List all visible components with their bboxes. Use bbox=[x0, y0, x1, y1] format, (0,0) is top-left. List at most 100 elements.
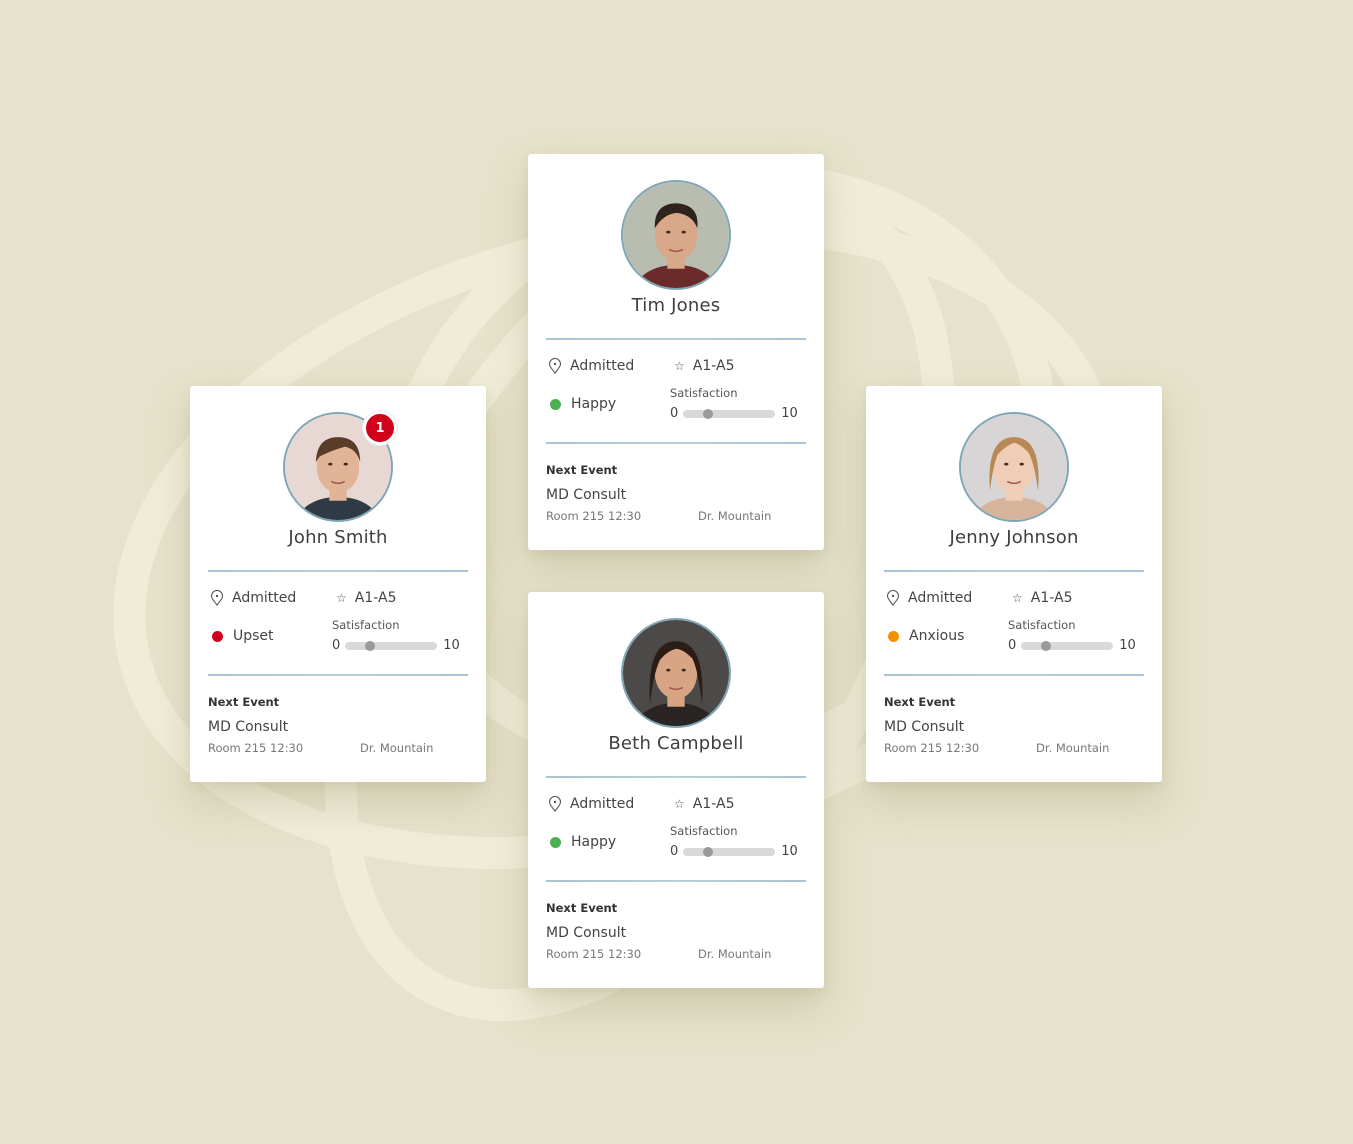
mood-status-dot bbox=[888, 630, 899, 642]
divider bbox=[546, 776, 806, 778]
mood-indicator: Upset bbox=[212, 628, 274, 644]
divider bbox=[884, 570, 1144, 572]
star-icon: ☆ bbox=[336, 591, 347, 605]
location-pin-icon bbox=[210, 590, 224, 606]
room-assignment: ☆ A1-A5 bbox=[674, 796, 734, 812]
event-title[interactable]: MD Consult bbox=[546, 487, 626, 503]
mood-status-dot bbox=[212, 630, 223, 642]
divider bbox=[884, 674, 1144, 676]
status-label: Admitted bbox=[232, 590, 297, 606]
room-label: A1-A5 bbox=[354, 590, 397, 606]
next-event-heading: Next Event bbox=[208, 695, 280, 709]
admission-status: Admitted bbox=[886, 590, 972, 606]
location-pin-icon bbox=[548, 358, 562, 374]
slider-min-label: 0 bbox=[670, 406, 679, 421]
divider bbox=[546, 338, 806, 340]
satisfaction-label: Satisfaction bbox=[670, 386, 738, 400]
room-label: A1-A5 bbox=[692, 796, 735, 812]
patient-card[interactable]: Tim Jones Admitted ☆ A1-A5 Happy Satisfa… bbox=[528, 154, 824, 550]
slider-max-label: 10 bbox=[1119, 638, 1136, 653]
event-room-time: Room 215 12:30 bbox=[884, 741, 980, 755]
satisfaction-slider[interactable]: 0 10 bbox=[1008, 638, 1136, 653]
slider-thumb[interactable] bbox=[702, 408, 713, 419]
slider-max-label: 10 bbox=[443, 638, 460, 653]
avatar-container: 1 bbox=[283, 411, 397, 522]
patient-photo-icon bbox=[623, 620, 729, 726]
mood-label: Anxious bbox=[909, 628, 965, 644]
patient-card[interactable]: Beth Campbell Admitted ☆ A1-A5 Happy Sat… bbox=[528, 592, 824, 988]
avatar-container bbox=[959, 412, 1069, 522]
patient-card[interactable]: Jenny Johnson Admitted ☆ A1-A5 Anxious S… bbox=[866, 386, 1162, 782]
avatar[interactable] bbox=[621, 180, 731, 290]
admission-status: Admitted bbox=[210, 590, 296, 606]
location-pin-icon bbox=[548, 796, 562, 812]
mood-label: Happy bbox=[571, 396, 617, 412]
slider-max-label: 10 bbox=[781, 406, 798, 421]
room-assignment: ☆ A1-A5 bbox=[674, 358, 734, 374]
status-label: Admitted bbox=[570, 358, 635, 374]
event-title[interactable]: MD Consult bbox=[884, 719, 964, 735]
slider-min-label: 0 bbox=[1008, 638, 1017, 653]
mood-indicator: Happy bbox=[550, 834, 616, 850]
mood-indicator: Anxious bbox=[888, 628, 964, 644]
slider-track[interactable] bbox=[683, 408, 776, 419]
satisfaction-label: Satisfaction bbox=[1008, 618, 1076, 632]
event-doctor: Dr. Mountain bbox=[698, 509, 772, 523]
admission-status: Admitted bbox=[548, 358, 634, 374]
next-event-heading: Next Event bbox=[884, 695, 956, 709]
slider-min-label: 0 bbox=[670, 844, 679, 859]
mood-label: Upset bbox=[233, 628, 274, 644]
admission-status: Admitted bbox=[548, 796, 634, 812]
patient-photo-icon bbox=[623, 182, 729, 288]
event-room-time: Room 215 12:30 bbox=[208, 741, 304, 755]
event-title[interactable]: MD Consult bbox=[208, 719, 288, 735]
mood-label: Happy bbox=[571, 834, 617, 850]
slider-thumb[interactable] bbox=[1040, 640, 1051, 651]
mood-status-dot bbox=[550, 836, 561, 848]
room-label: A1-A5 bbox=[1030, 590, 1073, 606]
location-pin-icon bbox=[886, 590, 900, 606]
divider bbox=[546, 880, 806, 882]
mood-indicator: Happy bbox=[550, 396, 616, 412]
star-icon: ☆ bbox=[674, 359, 685, 373]
next-event-heading: Next Event bbox=[546, 463, 618, 477]
satisfaction-slider[interactable]: 0 10 bbox=[332, 638, 460, 653]
star-icon: ☆ bbox=[1012, 591, 1023, 605]
event-title[interactable]: MD Consult bbox=[546, 925, 626, 941]
slider-thumb[interactable] bbox=[364, 640, 375, 651]
status-label: Admitted bbox=[570, 796, 635, 812]
satisfaction-label: Satisfaction bbox=[670, 824, 738, 838]
star-icon: ☆ bbox=[674, 797, 685, 811]
satisfaction-label: Satisfaction bbox=[332, 618, 400, 632]
slider-max-label: 10 bbox=[781, 844, 798, 859]
avatar-container bbox=[621, 180, 731, 290]
divider bbox=[208, 674, 468, 676]
event-doctor: Dr. Mountain bbox=[1036, 741, 1110, 755]
patient-name: John Smith bbox=[288, 527, 388, 548]
slider-track[interactable] bbox=[683, 846, 776, 857]
divider bbox=[208, 570, 468, 572]
avatar-container bbox=[621, 618, 731, 728]
patient-name: Beth Campbell bbox=[608, 733, 744, 754]
next-event-heading: Next Event bbox=[546, 901, 618, 915]
status-label: Admitted bbox=[908, 590, 973, 606]
avatar[interactable] bbox=[621, 618, 731, 728]
room-label: A1-A5 bbox=[692, 358, 735, 374]
slider-track[interactable] bbox=[1021, 640, 1114, 651]
avatar[interactable] bbox=[959, 412, 1069, 522]
satisfaction-slider[interactable]: 0 10 bbox=[670, 406, 798, 421]
satisfaction-slider[interactable]: 0 10 bbox=[670, 844, 798, 859]
slider-min-label: 0 bbox=[332, 638, 341, 653]
event-room-time: Room 215 12:30 bbox=[546, 947, 642, 961]
event-room-time: Room 215 12:30 bbox=[546, 509, 642, 523]
event-doctor: Dr. Mountain bbox=[698, 947, 772, 961]
slider-track[interactable] bbox=[345, 640, 438, 651]
patient-card[interactable]: 1 John Smith Admitted ☆ A1-A5 Upset Sati… bbox=[190, 386, 486, 782]
divider bbox=[546, 442, 806, 444]
slider-thumb[interactable] bbox=[702, 846, 713, 857]
room-assignment: ☆ A1-A5 bbox=[336, 590, 396, 606]
patient-name: Tim Jones bbox=[631, 295, 721, 316]
room-assignment: ☆ A1-A5 bbox=[1012, 590, 1072, 606]
mood-status-dot bbox=[550, 398, 561, 410]
notification-badge[interactable]: 1 bbox=[363, 411, 397, 445]
